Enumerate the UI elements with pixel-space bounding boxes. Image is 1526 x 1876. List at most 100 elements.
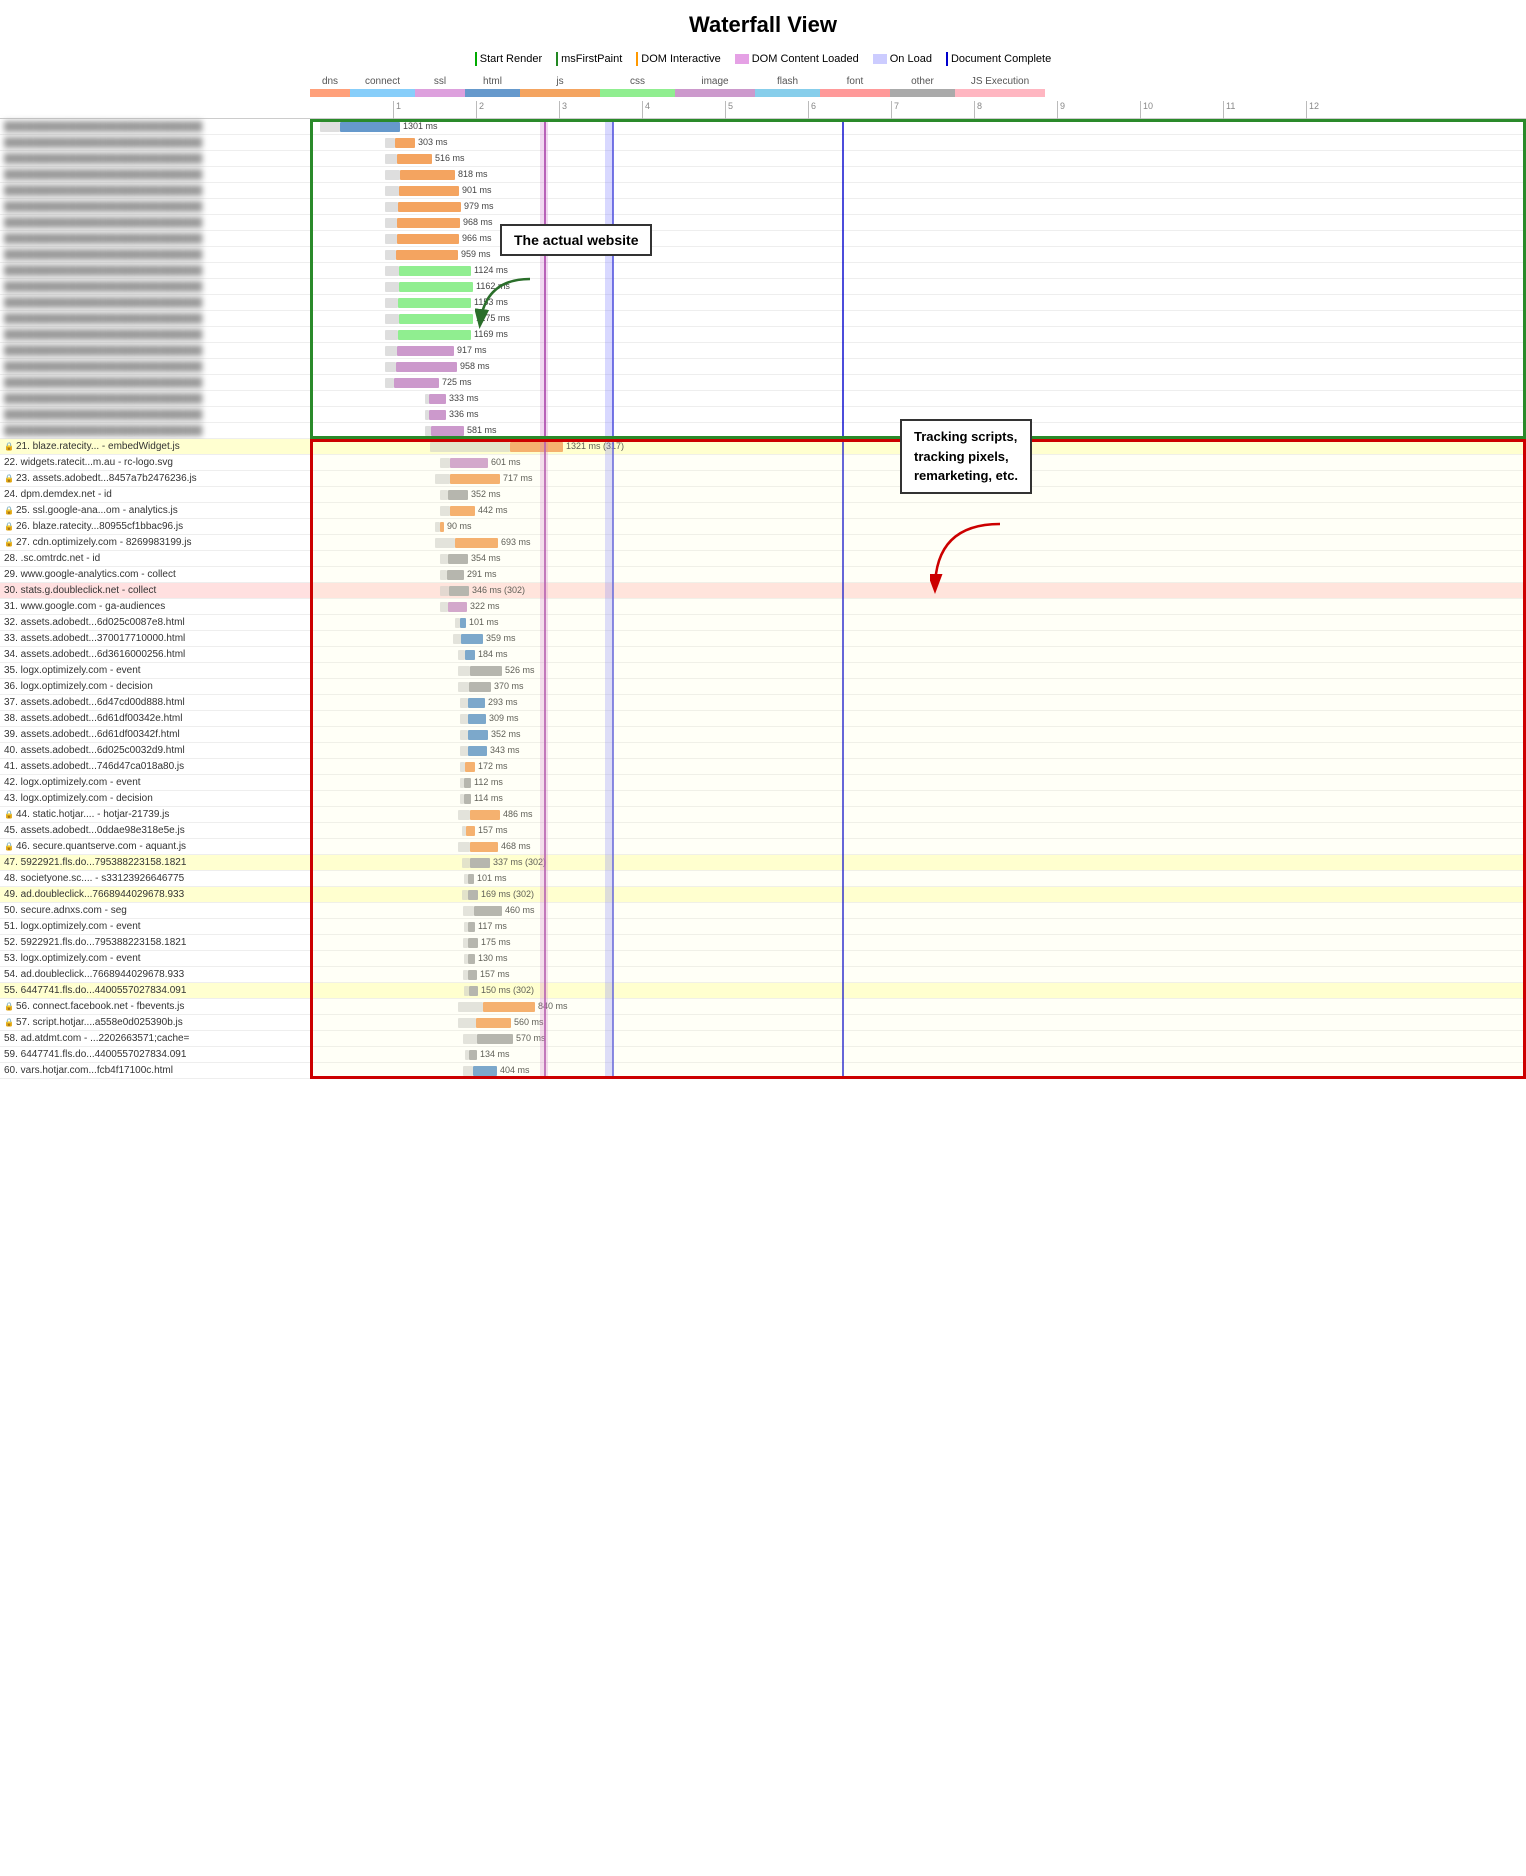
- table-row[interactable]: ████████████████████████████: [0, 279, 310, 295]
- table-row[interactable]: 🔒44. static.hotjar.... - hotjar-21739.js: [0, 807, 310, 823]
- table-row[interactable]: 41. assets.adobedt...746d47ca018a80.js: [0, 759, 310, 775]
- table-row[interactable]: 🔒26. blaze.ratecity...80955cf1bbac96.js: [0, 519, 310, 535]
- table-row[interactable]: 36. logx.optimizely.com - decision: [0, 679, 310, 695]
- table-row[interactable]: 40. assets.adobedt...6d025c0032d9.html: [0, 743, 310, 759]
- timing-label: 291 ms: [467, 569, 497, 579]
- table-row[interactable]: 38. assets.adobedt...6d61df00342e.html: [0, 711, 310, 727]
- table-row[interactable]: 43. logx.optimizely.com - decision: [0, 791, 310, 807]
- url-cell: ████████████████████████████: [0, 137, 310, 148]
- type-css: css: [600, 76, 675, 87]
- table-row[interactable]: 60. vars.hotjar.com...fcb4f17100c.html: [0, 1063, 310, 1079]
- table-row[interactable]: 30. stats.g.doubleclick.net - collect: [0, 583, 310, 599]
- table-row[interactable]: 34. assets.adobedt...6d3616000256.html: [0, 647, 310, 663]
- receive-bar: [468, 954, 475, 964]
- url-cell: 36. logx.optimizely.com - decision: [0, 681, 310, 692]
- table-row[interactable]: 47. 5922921.fls.do...795388223158.1821: [0, 855, 310, 871]
- table-row[interactable]: 54. ad.doubleclick...7668944029678.933: [0, 967, 310, 983]
- bar-row: 968 ms: [310, 215, 1526, 231]
- table-row[interactable]: 🔒27. cdn.optimizely.com - 8269983199.js: [0, 535, 310, 551]
- tick-3: 3: [559, 101, 567, 119]
- type-flash: flash: [755, 76, 820, 87]
- wait-bar: [440, 602, 448, 612]
- wait-bar: [385, 202, 398, 212]
- timing-label: 343 ms: [490, 745, 520, 755]
- table-row[interactable]: ████████████████████████████: [0, 407, 310, 423]
- table-row[interactable]: ████████████████████████████: [0, 183, 310, 199]
- table-row[interactable]: 37. assets.adobedt...6d47cd00d888.html: [0, 695, 310, 711]
- table-row[interactable]: 32. assets.adobedt...6d025c0087e8.html: [0, 615, 310, 631]
- type-connect: connect: [350, 76, 415, 87]
- table-row[interactable]: 55. 6447741.fls.do...4400557027834.091: [0, 983, 310, 999]
- table-row[interactable]: 🔒21. blaze.ratecity... - embedWidget.js: [0, 439, 310, 455]
- table-row[interactable]: ████████████████████████████: [0, 343, 310, 359]
- table-row[interactable]: ████████████████████████████: [0, 135, 310, 151]
- table-row[interactable]: 39. assets.adobedt...6d61df00342f.html: [0, 727, 310, 743]
- color-font: [820, 89, 890, 97]
- wait-bar: [440, 506, 450, 516]
- url-cell: 43. logx.optimizely.com - decision: [0, 793, 310, 804]
- table-row[interactable]: 29. www.google-analytics.com - collect: [0, 567, 310, 583]
- legend-document-complete: Document Complete: [946, 52, 1051, 66]
- table-row[interactable]: 🔒56. connect.facebook.net - fbevents.js: [0, 999, 310, 1015]
- table-row[interactable]: ████████████████████████████: [0, 327, 310, 343]
- table-row[interactable]: 28. .sc.omtrdc.net - id: [0, 551, 310, 567]
- table-row[interactable]: 35. logx.optimizely.com - event: [0, 663, 310, 679]
- receive-bar: [394, 378, 439, 388]
- table-row[interactable]: ████████████████████████████: [0, 119, 310, 135]
- table-row[interactable]: 22. widgets.ratecit...m.au - rc-logo.svg: [0, 455, 310, 471]
- table-row[interactable]: ████████████████████████████: [0, 311, 310, 327]
- table-row[interactable]: ████████████████████████████: [0, 231, 310, 247]
- timing-label: 101 ms: [477, 873, 507, 883]
- table-row[interactable]: ████████████████████████████: [0, 263, 310, 279]
- table-row[interactable]: ████████████████████████████: [0, 359, 310, 375]
- timing-label: 526 ms: [505, 665, 535, 675]
- table-row[interactable]: 🔒23. assets.adobedt...8457a7b2476236.js: [0, 471, 310, 487]
- table-row[interactable]: 🔒57. script.hotjar....a558e0d025390b.js: [0, 1015, 310, 1031]
- table-row[interactable]: 24. dpm.demdex.net - id: [0, 487, 310, 503]
- table-row[interactable]: ████████████████████████████: [0, 215, 310, 231]
- table-row[interactable]: 59. 6447741.fls.do...4400557027834.091: [0, 1047, 310, 1063]
- table-row[interactable]: 🔒25. ssl.google-ana...om - analytics.js: [0, 503, 310, 519]
- table-row[interactable]: 49. ad.doubleclick...7668944029678.933: [0, 887, 310, 903]
- table-row[interactable]: 50. secure.adnxs.com - seg: [0, 903, 310, 919]
- receive-bar: [470, 858, 490, 868]
- table-row[interactable]: ████████████████████████████: [0, 151, 310, 167]
- table-row[interactable]: 48. societyone.sc.... - s33123926646775: [0, 871, 310, 887]
- url-cell: 41. assets.adobedt...746d47ca018a80.js: [0, 761, 310, 772]
- receive-bar: [400, 170, 455, 180]
- table-row[interactable]: 58. ad.atdmt.com - ...2202663571;cache=: [0, 1031, 310, 1047]
- table-row[interactable]: ████████████████████████████: [0, 423, 310, 439]
- table-row[interactable]: 52. 5922921.fls.do...795388223158.1821: [0, 935, 310, 951]
- receive-bar: [396, 250, 458, 260]
- table-row[interactable]: 45. assets.adobedt...0ddae98e318e5e.js: [0, 823, 310, 839]
- table-row[interactable]: ████████████████████████████: [0, 375, 310, 391]
- table-row[interactable]: 33. assets.adobedt...370017710000.html: [0, 631, 310, 647]
- receive-bar: [465, 762, 475, 772]
- wait-bar: [458, 650, 465, 660]
- table-row[interactable]: ████████████████████████████: [0, 247, 310, 263]
- bar-row: 460 ms: [310, 903, 1526, 919]
- bar-row: 157 ms: [310, 823, 1526, 839]
- bar-column: 1301 ms303 ms516 ms818 ms901 ms979 ms968…: [310, 119, 1526, 1079]
- table-row[interactable]: ████████████████████████████: [0, 391, 310, 407]
- receive-bar: [397, 234, 459, 244]
- receive-bar: [397, 218, 460, 228]
- tick-4: 4: [642, 101, 650, 119]
- receive-bar: [461, 634, 483, 644]
- table-row[interactable]: 42. logx.optimizely.com - event: [0, 775, 310, 791]
- timing-label: 917 ms: [457, 345, 487, 355]
- table-row[interactable]: 31. www.google.com - ga-audiences: [0, 599, 310, 615]
- table-row[interactable]: 51. logx.optimizely.com - event: [0, 919, 310, 935]
- table-row[interactable]: ████████████████████████████: [0, 295, 310, 311]
- table-row[interactable]: 53. logx.optimizely.com - event: [0, 951, 310, 967]
- timing-label: 468 ms: [501, 841, 531, 851]
- table-row[interactable]: ████████████████████████████: [0, 167, 310, 183]
- table-row[interactable]: 🔒46. secure.quantserve.com - aquant.js: [0, 839, 310, 855]
- timing-label: 90 ms: [447, 521, 472, 531]
- wait-bar: [460, 730, 468, 740]
- color-other: [890, 89, 955, 97]
- bar-row: 303 ms: [310, 135, 1526, 151]
- tick-6: 6: [808, 101, 816, 119]
- table-row[interactable]: ████████████████████████████: [0, 199, 310, 215]
- timing-label: 979 ms: [464, 201, 494, 211]
